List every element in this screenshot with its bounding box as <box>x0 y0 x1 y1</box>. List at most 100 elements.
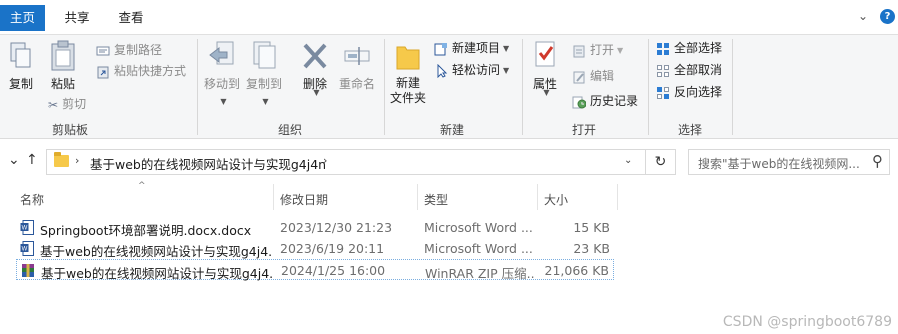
history-button[interactable]: 历史记录 <box>572 91 638 111</box>
group-divider <box>384 39 385 135</box>
group-divider <box>197 39 198 135</box>
svg-text:W: W <box>22 226 28 232</box>
copy-path-icon <box>96 46 110 55</box>
search-placeholder: 搜索"基于web的在线视频网... <box>698 157 860 171</box>
organize-group-label: 组织 <box>277 123 302 137</box>
refresh-button[interactable]: ↻ <box>646 149 676 175</box>
copy-to-label: 复制到▼ <box>245 77 282 106</box>
column-divider[interactable] <box>537 184 538 210</box>
file-row[interactable]: W 基于web的在线视频网站设计与实现g4j4... 2023/6/19 20:… <box>16 238 614 259</box>
file-name: Springboot环境部署说明.docx.docx <box>40 223 252 238</box>
column-header-date[interactable]: 修改日期 <box>280 191 328 208</box>
folder-icon <box>54 152 69 167</box>
select-all-button[interactable]: 全部选择 <box>656 38 722 58</box>
edit-button[interactable]: 编辑 <box>572 66 614 86</box>
delete-x-icon <box>303 43 327 69</box>
new-folder-button[interactable]: 新建 文件夹 <box>388 39 428 106</box>
new-folder-icon <box>396 46 420 70</box>
column-header-type[interactable]: 类型 <box>424 191 448 208</box>
open-label: 打开 <box>590 43 615 57</box>
rename-label: 重命名 <box>338 77 375 91</box>
file-name: 基于web的在线视频网站设计与实现g4j4... <box>40 244 272 259</box>
copy-to-button[interactable]: 复制到▼ <box>244 39 284 110</box>
tab-view[interactable]: 查看 <box>110 5 152 31</box>
column-divider[interactable] <box>417 184 418 210</box>
properties-icon <box>535 41 555 67</box>
file-type: Microsoft Word ... <box>424 241 533 256</box>
breadcrumb-current-folder[interactable]: 基于web的在线视频网站设计与实现g4j4n <box>90 154 326 173</box>
select-none-button[interactable]: 全部取消 <box>656 60 722 80</box>
address-bar[interactable]: › 基于web的在线视频网站设计与实现g4j4n › ⌄ <box>46 149 646 175</box>
file-row-selected[interactable]: 基于web的在线视频网站设计与实现g4j4... 2024/1/25 16:00… <box>16 259 614 281</box>
delete-button[interactable]: 删除 ▼ <box>300 39 330 97</box>
file-date: 2024/1/25 16:00 <box>281 263 386 278</box>
file-list: ^ 名称 修改日期 类型 大小 W Springboot环境部署说明.docx.… <box>0 178 898 334</box>
up-arrow-icon[interactable]: ↑ <box>26 152 38 168</box>
new-item-button[interactable]: 新建项目 ▼ <box>434 38 509 58</box>
column-header-size[interactable]: 大小 <box>544 191 568 208</box>
paste-label: 粘贴 <box>50 77 75 91</box>
navigation-bar: ⌄ ↑ › 基于web的在线视频网站设计与实现g4j4n › ⌄ ↻ 搜索"基于… <box>0 146 898 178</box>
column-header-name[interactable]: 名称 <box>20 191 44 208</box>
file-size: 15 KB <box>573 220 610 235</box>
properties-button[interactable]: 属性 ▼ <box>528 39 562 97</box>
refresh-icon: ↻ <box>654 154 667 170</box>
new-folder-label: 新建 文件夹 <box>389 76 426 105</box>
ribbon-panel: 复制 粘贴 复制路径 粘贴快捷方式 ✂ 剪切 剪贴板 移动到▼ 复制到▼ 删除 … <box>0 34 898 139</box>
new-item-icon <box>434 42 447 55</box>
address-history-dropdown-icon[interactable]: ⌄ <box>624 155 632 166</box>
move-to-button[interactable]: 移动到▼ <box>202 39 242 110</box>
cut-button[interactable]: ✂ 剪切 <box>48 94 86 114</box>
open-button[interactable]: 打开 ▼ <box>572 40 623 60</box>
tab-home[interactable]: 主页 <box>0 5 45 31</box>
select-none-label: 全部取消 <box>674 63 723 77</box>
file-name: 基于web的在线视频网站设计与实现g4j4... <box>41 266 273 281</box>
paste-shortcut-icon <box>97 66 109 78</box>
chevron-down-recent-icon[interactable]: ⌄ <box>8 152 20 168</box>
paste-button[interactable]: 粘贴 <box>46 39 80 93</box>
sort-ascending-caret-icon: ^ <box>138 181 146 191</box>
history-icon <box>572 96 586 108</box>
invert-selection-icon <box>657 86 669 99</box>
rename-button[interactable]: 重命名 <box>336 39 378 93</box>
search-input[interactable]: 搜索"基于web的在线视频网... ⚲ <box>688 149 890 175</box>
move-to-icon <box>209 41 234 65</box>
copy-to-icon <box>253 41 276 69</box>
search-icon[interactable]: ⚲ <box>872 152 883 170</box>
open-group-label: 打开 <box>571 123 596 137</box>
file-row[interactable]: W Springboot环境部署说明.docx.docx 2023/12/30 … <box>16 217 614 238</box>
select-none-icon <box>657 64 669 77</box>
rename-icon <box>344 47 370 65</box>
select-all-icon <box>657 42 669 55</box>
tab-share[interactable]: 共享 <box>56 5 98 31</box>
copy-path-button[interactable]: 复制路径 <box>96 40 162 60</box>
column-divider[interactable] <box>617 184 618 210</box>
paste-shortcut-button[interactable]: 粘贴快捷方式 <box>96 61 186 81</box>
copy-button[interactable]: 复制 <box>6 41 36 93</box>
invert-selection-label: 反向选择 <box>674 85 723 99</box>
word-doc-icon: W <box>20 220 34 235</box>
breadcrumb-chevron-icon[interactable]: › <box>323 154 327 167</box>
edit-label: 编辑 <box>590 69 615 83</box>
winrar-zip-icon <box>22 264 34 277</box>
cut-label: 剪切 <box>62 97 87 111</box>
file-size: 23 KB <box>573 241 610 256</box>
breadcrumb-chevron-icon[interactable]: › <box>75 154 79 167</box>
file-date: 2023/6/19 20:11 <box>280 241 385 256</box>
scissors-icon: ✂ <box>48 97 59 112</box>
copy-icon <box>10 42 31 68</box>
easy-access-icon <box>437 63 448 78</box>
column-divider[interactable] <box>273 184 274 210</box>
new-group-label: 新建 <box>439 123 464 137</box>
ribbon-tab-strip: 主页 共享 查看 ⌄ ? <box>0 0 898 34</box>
easy-access-button[interactable]: 轻松访问 ▼ <box>434 60 509 80</box>
help-icon[interactable]: ? <box>880 9 895 24</box>
minimize-ribbon-chevron-icon[interactable]: ⌄ <box>858 9 868 23</box>
invert-selection-button[interactable]: 反向选择 <box>656 82 722 102</box>
watermark-text: CSDN @springboot6789 <box>722 314 892 330</box>
group-divider <box>732 39 733 135</box>
clipboard-group-label: 剪贴板 <box>51 123 88 137</box>
select-group-label: 选择 <box>677 123 702 137</box>
file-date: 2023/12/30 21:23 <box>280 220 393 235</box>
file-type: Microsoft Word ... <box>424 220 533 235</box>
